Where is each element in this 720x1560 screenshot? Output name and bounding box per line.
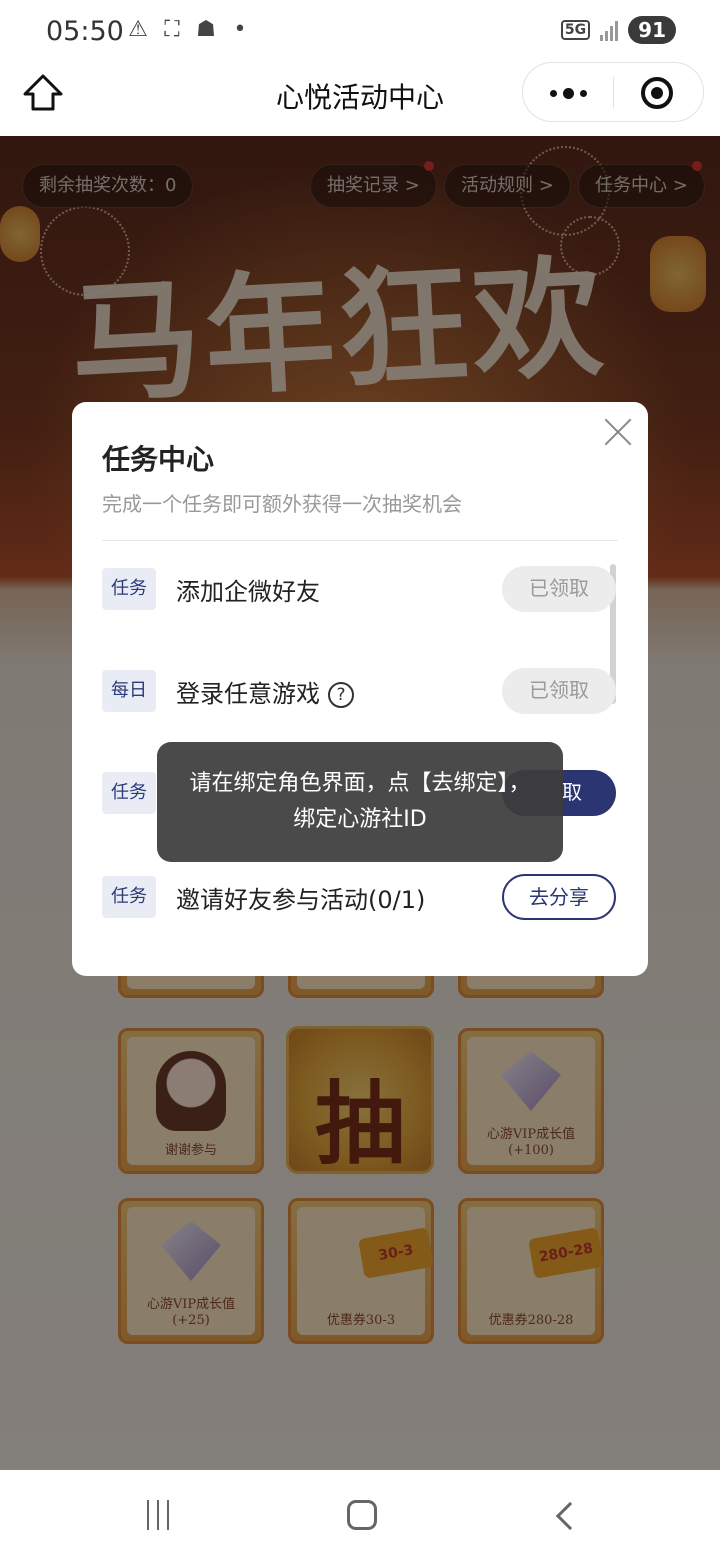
task-tag: 任务 xyxy=(102,772,156,814)
task-row: 任务 添加企微好友 已领取 xyxy=(102,566,618,612)
home-button-icon[interactable] xyxy=(347,1500,377,1530)
task-row: 任务 邀请好友参与活动(0/1) 去分享 xyxy=(102,874,618,920)
snapchat-icon: ☗ xyxy=(196,17,216,42)
toast-message: 请在绑定角色界面，点【去绑定】，绑定心游社ID xyxy=(157,742,563,862)
task-name-wrap: 登录任意游戏? xyxy=(176,674,354,709)
task-tag: 每日 xyxy=(102,670,156,712)
task-name: 邀请好友参与活动(0/1) xyxy=(176,886,426,914)
signal-icon xyxy=(600,19,619,41)
network-type: 5G xyxy=(560,20,591,40)
mini-program-capsule xyxy=(522,62,704,122)
warning-icon: ⚠ xyxy=(128,17,148,42)
status-bar: 05:50 ⚠ ⛶ ☗ • 5G 91 xyxy=(0,0,720,62)
task-center-modal: 任务中心 完成一个任务即可额外获得一次抽奖机会 任务 添加企微好友 已领取 每日… xyxy=(72,402,648,976)
task-tag: 任务 xyxy=(102,876,156,918)
task-name: 添加企微好友 xyxy=(176,578,320,606)
more-icon[interactable] xyxy=(523,63,613,123)
claimed-button[interactable]: 已领取 xyxy=(502,668,616,714)
task-row: 每日 登录任意游戏? 已领取 xyxy=(102,668,618,714)
modal-subtitle: 完成一个任务即可额外获得一次抽奖机会 xyxy=(102,492,462,516)
divider xyxy=(102,540,618,541)
nav-bar: 心悦活动中心 xyxy=(0,62,720,136)
status-icons: ⚠ ⛶ ☗ • xyxy=(126,18,252,42)
status-right: 5G 91 xyxy=(560,16,676,44)
modal-title: 任务中心 xyxy=(102,443,215,476)
dot-icon: • xyxy=(233,17,247,42)
status-time: 05:50 xyxy=(46,16,124,47)
claimed-button[interactable]: 已领取 xyxy=(502,566,616,612)
capsule-divider xyxy=(613,77,614,109)
help-icon[interactable]: ? xyxy=(328,682,354,708)
close-program-icon[interactable] xyxy=(641,77,673,109)
back-icon[interactable] xyxy=(555,1501,585,1531)
screenshot-icon: ⛶ xyxy=(164,17,180,42)
task-name: 登录任意游戏 xyxy=(176,680,320,708)
battery-level: 91 xyxy=(628,16,676,44)
recent-apps-icon[interactable] xyxy=(147,1500,169,1530)
close-icon[interactable] xyxy=(602,416,634,448)
task-tag: 任务 xyxy=(102,568,156,610)
system-nav-bar xyxy=(0,1470,720,1560)
share-button[interactable]: 去分享 xyxy=(502,874,616,920)
